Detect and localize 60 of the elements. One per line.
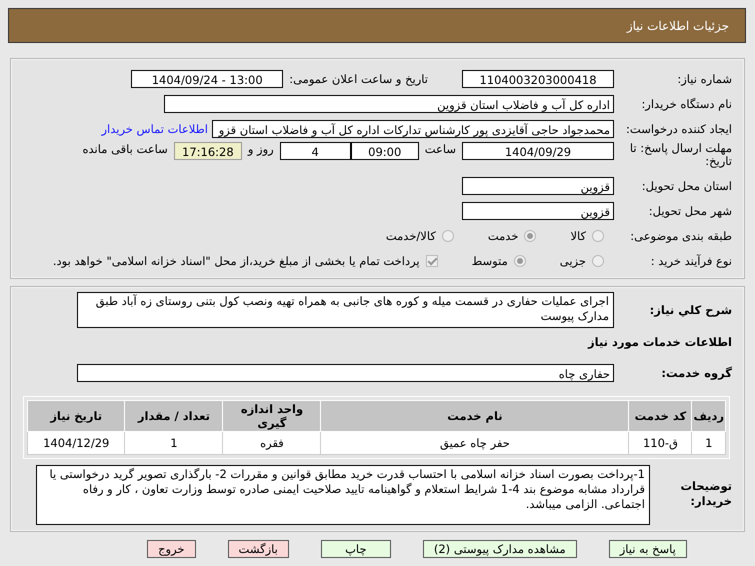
column-header: ردیف (692, 400, 726, 432)
radio-button[interactable] (442, 230, 454, 242)
text-field[interactable]: 1404/09/29 (462, 142, 614, 160)
column-header: کد خدمت (628, 400, 692, 432)
table-cell: 1404/12/29 (28, 432, 125, 454)
radio-label: متوسط (472, 254, 508, 268)
time-label: ساعت (424, 142, 456, 156)
radio-button[interactable] (592, 254, 604, 266)
text-field[interactable]: محمدجواد حاجی آقایزدی پور کارشناس تدارکات اداره کل آب و فاضلاب استان قزو (212, 120, 614, 138)
text-field[interactable]: 1104003203000418 (462, 70, 614, 88)
column-header: نام خدمت (320, 400, 629, 432)
description-field[interactable]: اجرای عملیات حفاری در قسمت میله و کوره های جانبی به همراه تهیه ونصب کول بتنی روستای زه آباد طبق مدارک پیوست (77, 292, 614, 328)
field-label: تاریخ و ساعت اعلان عمومی: (289, 72, 429, 86)
text-field[interactable]: 09:00 (350, 142, 419, 160)
text-field[interactable]: حفاری چاه (77, 364, 614, 382)
field-label: نام دستگاه خریدار: (640, 96, 733, 110)
field-label: شرح کلي نياز: (648, 303, 733, 317)
radio-label: کالا/خدمت (386, 228, 436, 242)
table-cell: ق-110 (628, 432, 692, 454)
action-button[interactable]: پاسخ به نیاز (608, 540, 687, 558)
section-heading: اطلاعات خدمات مورد نیاز (588, 334, 733, 348)
field-label: شماره نیاز: (676, 72, 733, 86)
radio-button[interactable] (524, 230, 536, 242)
radio-button[interactable] (592, 230, 604, 242)
remaining-label: ساعت باقی مانده (82, 142, 168, 156)
action-button[interactable]: خروج (147, 540, 196, 558)
field-label: نوع فرآیند خرید : (650, 254, 733, 268)
days-label: روز و (248, 142, 274, 156)
text-field[interactable]: 13:00 - 1404/09/24 (131, 70, 284, 88)
checkbox[interactable] (426, 254, 438, 266)
radio-button[interactable] (514, 254, 526, 266)
table-cell: 1 (692, 432, 726, 454)
text-field[interactable]: قزوین (462, 202, 614, 220)
field-label: شهر محل تحویل: (648, 204, 733, 218)
text-field[interactable]: 4 (280, 142, 351, 160)
text-field[interactable]: قزوین (462, 176, 614, 194)
countdown-field[interactable]: 17:16:28 (174, 142, 242, 160)
radio-label: جزیی (560, 254, 586, 268)
table-cell: 1 (124, 432, 223, 454)
action-button[interactable]: چاپ (320, 540, 391, 558)
checkbox-label: پرداخت تمام یا بخشی از مبلغ خرید،از محل "اسناد خزانه اسلامی" خواهد بود. (52, 254, 420, 268)
column-header: تعداد / مقدار (124, 400, 223, 432)
radio-label: خدمت (488, 228, 518, 242)
page-title: جزئیات اطلاعات نیاز (626, 18, 729, 32)
field-label: مهلت ارسال پاسخ: تا تاریخ: (628, 142, 733, 168)
field-label: توضیحات خریدار: (680, 478, 733, 509)
action-button[interactable]: بازگشت (228, 540, 289, 558)
field-label: استان محل تحویل: (640, 178, 733, 192)
column-header: تاریخ نیاز (28, 400, 125, 432)
field-label: ایجاد کننده درخواست: (625, 122, 733, 136)
field-label: گروه خدمت: (660, 366, 733, 380)
notes-field[interactable]: 1-پرداخت بصورت اسناد خزانه اسلامی با احتساب قدرت خرید مطابق قوانین و مقررات 2- بارگذاری تصویر گرید درخواستی یا قرارداد مشابه موضوع بند 4-1 شرایط استعلام و گواهینامه تایید صلاحیت ایمنی صادره توسط وزارت تعاون ، کار و رفاه اجتماعی. الزامی میباشد. (36, 465, 650, 525)
action-button[interactable]: مشاهده مدارک پیوستی (2) (422, 540, 577, 558)
radio-label: کالا (570, 228, 586, 242)
field-label: طبقه بندی موضوعی: (629, 228, 733, 242)
table-cell: فقره (222, 432, 321, 454)
table-cell: حفر چاه عمیق (320, 432, 629, 454)
column-header: واحد اندازه گیری (222, 400, 321, 432)
text-field[interactable]: اداره کل آب و فاضلاب استان قزوین (164, 94, 614, 112)
contact-link[interactable]: اطلاعات تماس خریدار (101, 122, 208, 136)
